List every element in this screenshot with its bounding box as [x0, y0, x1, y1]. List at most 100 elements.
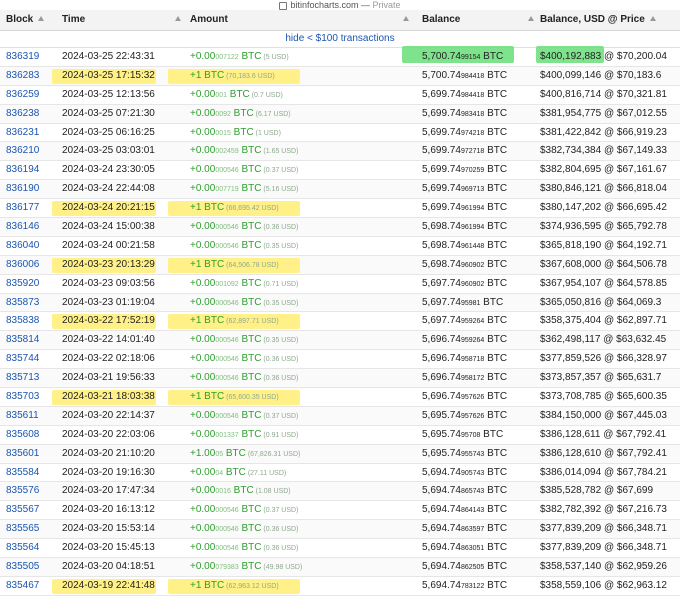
block-link[interactable]: 836040 — [6, 237, 39, 255]
block-link[interactable]: 835814 — [6, 331, 39, 349]
time-cell: 2024-03-23 09:03:56 — [62, 277, 155, 289]
block-link[interactable]: 835611 — [6, 407, 39, 425]
balance-usd-cell: $367,608,000 @ $64,506.78 — [540, 258, 667, 270]
time-cell: 2024-03-20 16:13:12 — [62, 504, 155, 516]
block-link[interactable]: 836146 — [6, 218, 39, 236]
amount-cell: +0.000016 BTC (1.08 USD) — [190, 485, 291, 497]
block-link[interactable]: 836283 — [6, 67, 39, 85]
block-link[interactable]: 836194 — [6, 161, 39, 179]
balance-cell: 5,694.74905743 BTC — [422, 466, 508, 478]
block-link[interactable]: 835467 — [6, 577, 39, 595]
balance-usd-cell: $382,782,392 @ $67,216.73 — [540, 504, 667, 516]
block-link[interactable]: 836238 — [6, 105, 39, 123]
table-row: 835814 2024-03-22 14:01:40 +0.00000546 BTC… — [0, 331, 680, 351]
block-link[interactable]: 835838 — [6, 312, 39, 330]
balance-usd-cell: $386,128,610 @ $67,792.41 — [540, 447, 667, 459]
time-cell: 2024-03-22 17:52:19 — [62, 315, 155, 327]
time-cell: 2024-03-20 17:47:34 — [62, 485, 155, 497]
column-header-balance[interactable]: Balance — [422, 14, 535, 25]
time-cell: 2024-03-24 20:21:15 — [62, 202, 155, 214]
table-row: 835584 2024-03-20 19:16:30 +0.0004 BTC (27… — [0, 464, 680, 483]
balance-usd-cell: $365,818,190 @ $64,192.71 — [540, 239, 667, 251]
column-header-time[interactable]: Time — [62, 14, 182, 25]
table-row: 835920 2024-03-23 09:03:56 +0.00001092 BTC… — [0, 275, 680, 294]
url-text: bitinfocharts.com — [290, 0, 359, 10]
time-cell: 2024-03-19 22:41:48 — [62, 579, 155, 591]
sort-icon — [528, 16, 535, 21]
table-row: 835505 2024-03-20 04:18:51 +0.00079383 BTC… — [0, 558, 680, 577]
browser-url-bar[interactable]: bitinfocharts.com — Private — [0, 0, 680, 10]
amount-cell: +0.00007719 BTC (5.16 USD) — [190, 183, 299, 195]
table-row: 835838 2024-03-22 17:52:19 +1 BTC (62,897.… — [0, 312, 680, 332]
block-link[interactable]: 835920 — [6, 275, 39, 293]
table-row: 835567 2024-03-20 16:13:12 +0.00000546 BTC… — [0, 501, 680, 521]
balance-usd-cell: $373,708,785 @ $65,600.35 — [540, 391, 667, 403]
amount-cell: +1 BTC (65,600.35 USD) — [190, 391, 279, 403]
block-link[interactable]: 836319 — [6, 48, 39, 66]
block-link[interactable]: 835713 — [6, 369, 39, 387]
block-link[interactable]: 836259 — [6, 86, 39, 104]
block-link[interactable]: 836210 — [6, 142, 39, 160]
table-row: 835703 2024-03-21 18:03:38 +1 BTC (65,600.… — [0, 388, 680, 407]
balance-cell: 5,694.74864143 BTC — [422, 504, 508, 516]
block-link[interactable]: 835744 — [6, 350, 39, 368]
balance-usd-cell: $386,128,611 @ $67,792.41 — [540, 428, 667, 440]
balance-cell: 5,699.74970259 BTC — [422, 164, 508, 176]
time-cell: 2024-03-20 19:16:30 — [62, 466, 155, 478]
balance-usd-cell: $358,375,404 @ $62,897.71 — [540, 315, 667, 327]
column-header-amount[interactable]: Amount — [190, 14, 409, 25]
block-link[interactable]: 835567 — [6, 501, 39, 519]
block-link[interactable]: 835576 — [6, 482, 39, 500]
balance-cell: 5,697.7495981 BTC — [422, 296, 504, 308]
block-link[interactable]: 835873 — [6, 294, 39, 312]
block-link[interactable]: 836177 — [6, 199, 39, 217]
time-cell: 2024-03-20 22:03:06 — [62, 428, 155, 440]
sort-icon — [649, 16, 656, 21]
balance-cell: 5,696.74957626 BTC — [422, 391, 508, 403]
time-cell: 2024-03-24 22:44:08 — [62, 183, 155, 195]
time-cell: 2024-03-22 02:18:06 — [62, 353, 155, 365]
table-row: 836283 2024-03-25 17:15:32 +1 BTC (70,183.… — [0, 66, 680, 86]
block-link[interactable]: 836006 — [6, 256, 39, 274]
balance-cell: 5,694.74862505 BTC — [422, 561, 508, 573]
amount-cell: +0.00000546 BTC (0.35 USD) — [190, 334, 299, 346]
balance-usd-cell: $386,014,094 @ $67,784.21 — [540, 466, 667, 478]
time-cell: 2024-03-24 00:21:58 — [62, 239, 155, 251]
block-link[interactable]: 835608 — [6, 426, 39, 444]
table-row: 835565 2024-03-20 15:53:14 +0.00000546 BTC… — [0, 520, 680, 540]
block-link[interactable]: 835564 — [6, 539, 39, 557]
hide-small-transactions-link[interactable]: hide < $100 transactions — [285, 33, 394, 44]
amount-cell: +0.000092 BTC (6.17 USD) — [190, 107, 291, 119]
balance-cell: 5,698.74960902 BTC — [422, 258, 508, 270]
amount-cell: +1 BTC (64,506.78 USD) — [190, 258, 279, 270]
amount-cell: +0.00079383 BTC (49.98 USD) — [190, 561, 303, 573]
balance-cell: 5,694.74863051 BTC — [422, 542, 508, 554]
balance-cell: 5,694.74783122 BTC — [422, 579, 508, 591]
block-link[interactable]: 835703 — [6, 388, 39, 406]
time-cell: 2024-03-25 12:13:56 — [62, 88, 155, 100]
table-row: 836231 2024-03-25 06:16:25 +0.000015 BTC (… — [0, 124, 680, 143]
balance-cell: 5,695.74955743 BTC — [422, 447, 508, 459]
block-link[interactable]: 835505 — [6, 558, 39, 576]
block-link[interactable]: 835601 — [6, 445, 39, 463]
balance-usd-cell: $358,559,106 @ $62,963.12 — [540, 579, 667, 591]
time-cell: 2024-03-23 20:13:29 — [62, 258, 155, 270]
block-link[interactable]: 836190 — [6, 180, 39, 198]
table-row: 835601 2024-03-20 21:10:20 +1.0005 BTC (67… — [0, 444, 680, 464]
block-link[interactable]: 835584 — [6, 464, 39, 482]
balance-usd-cell: $358,537,140 @ $62,959.26 — [540, 561, 667, 573]
balance-cell: 5,700.7499154 BTC — [422, 51, 504, 62]
table-row: 835467 2024-03-19 22:41:48 +1 BTC (62,963.… — [0, 577, 680, 596]
amount-cell: +0.00007122 BTC (5 USD) — [190, 51, 289, 62]
table-row: 835564 2024-03-20 15:45:13 +0.00000546 BTC… — [0, 539, 680, 559]
time-cell: 2024-03-25 07:21:30 — [62, 107, 155, 119]
column-header-block[interactable]: Block — [6, 14, 45, 25]
block-link[interactable]: 835565 — [6, 520, 39, 538]
time-cell: 2024-03-25 03:03:01 — [62, 145, 155, 157]
column-header-balance-usd[interactable]: Balance, USD @ Price — [540, 14, 656, 25]
block-link[interactable]: 836231 — [6, 124, 39, 142]
amount-cell: +1 BTC (62,897.71 USD) — [190, 315, 279, 327]
time-cell: 2024-03-20 21:10:20 — [62, 447, 155, 459]
amount-cell: +0.00000546 BTC (0.37 USD) — [190, 164, 299, 176]
table-row: 835608 2024-03-20 22:03:06 +0.00001337 BTC… — [0, 426, 680, 445]
